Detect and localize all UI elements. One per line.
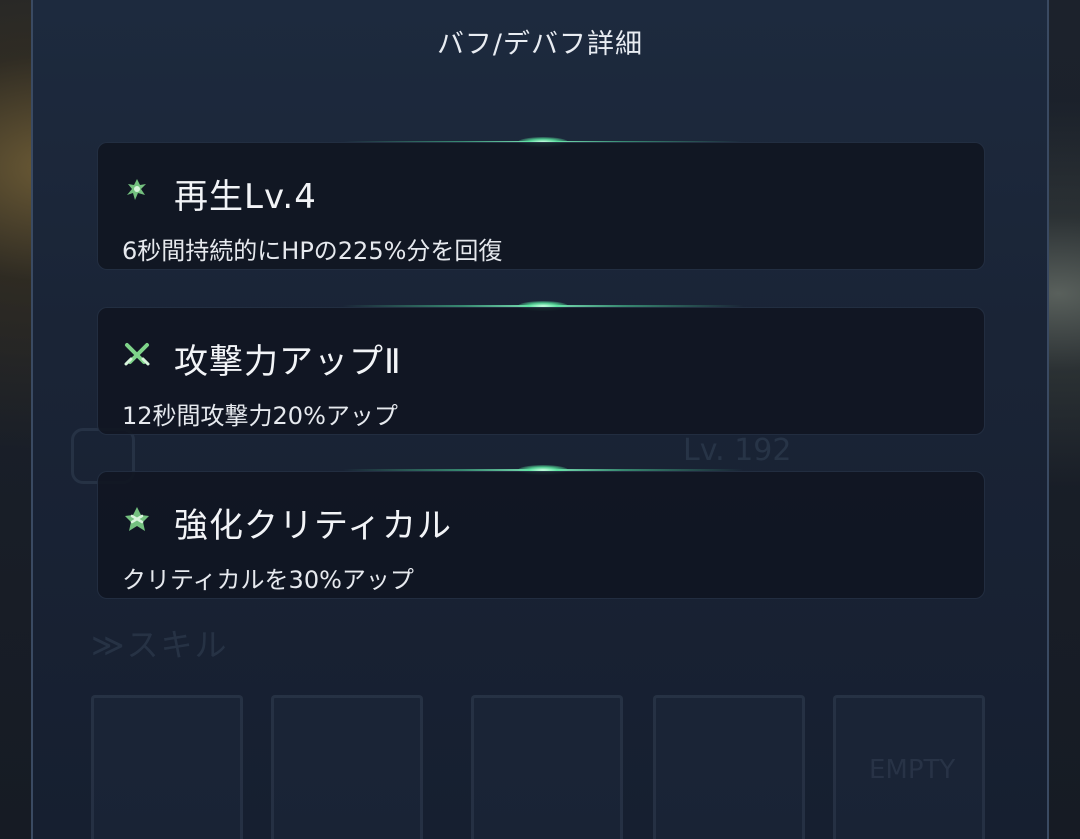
buff-card-regeneration: 再生Lv.4 6秒間持続的にHPの225%分を回復 [97, 142, 985, 270]
buff-description: クリティカルを30%アップ [122, 566, 414, 594]
critical-up-icon [125, 507, 149, 531]
buff-detail-dialog: Lv. 192 ≫スキル EMPTY バフ/デバフ詳細 再生Lv.4 6秒間持続… [31, 0, 1049, 839]
crossed-swords-icon [124, 343, 150, 366]
buff-card-attack-up: 攻撃力アップⅡ 12秒間攻撃力20%アップ [97, 307, 985, 435]
dialog-title: バフ/デバフ詳細 [436, 28, 644, 60]
dialog-header: バフ/デバフ詳細 [33, 0, 1047, 82]
buff-name: 再生Lv.4 [174, 177, 317, 217]
skill-slot [91, 695, 243, 839]
buff-description: 6秒間持続的にHPの225%分を回復 [122, 237, 503, 265]
skill-slot [653, 695, 805, 839]
buff-description: 12秒間攻撃力20%アップ [122, 402, 398, 430]
skill-slot [471, 695, 623, 839]
skill-slot [271, 695, 423, 839]
regeneration-icon [127, 179, 146, 200]
empty-slot-label: EMPTY [869, 755, 956, 785]
buff-card-critical-up: 強化クリティカル クリティカルを30%アップ [97, 471, 985, 599]
skill-section-header: ≫スキル [91, 626, 229, 664]
buff-name: 攻撃力アップⅡ [174, 342, 402, 382]
buff-name: 強化クリティカル [174, 506, 452, 546]
